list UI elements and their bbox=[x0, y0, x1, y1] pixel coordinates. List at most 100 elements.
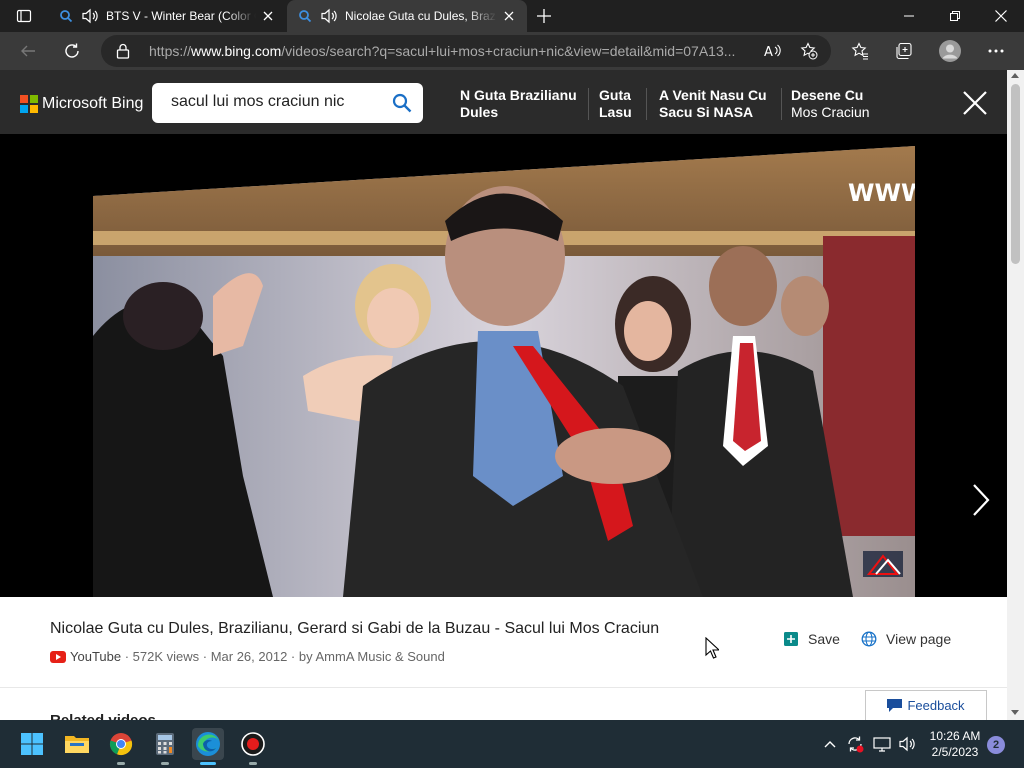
microsoft-bing-logo[interactable]: Microsoft Bing bbox=[20, 95, 143, 113]
window-close-button[interactable] bbox=[978, 0, 1024, 32]
related-search-item[interactable]: Guta Lasu bbox=[599, 87, 632, 121]
tab-strip: BTS V - Winter Bear (Color Coded Lyrics)… bbox=[0, 0, 1024, 32]
view-page-label: View page bbox=[886, 631, 952, 647]
clock-time: 10:26 AM bbox=[929, 729, 981, 743]
page-scrollbar[interactable] bbox=[1007, 70, 1024, 720]
clock-date: 2/5/2023 bbox=[931, 745, 979, 759]
search-icon bbox=[58, 8, 74, 24]
collections-button[interactable] bbox=[888, 35, 920, 67]
video-player[interactable]: WWW bbox=[93, 146, 915, 597]
tab-title: Nicolae Guta cu Dules, Brazilianu bbox=[345, 9, 497, 23]
video-stage: WWW bbox=[0, 134, 1007, 597]
recorder-button[interactable] bbox=[237, 728, 269, 760]
chrome-button[interactable] bbox=[105, 728, 137, 760]
refresh-button[interactable] bbox=[56, 35, 88, 67]
add-favorite-icon[interactable] bbox=[799, 41, 819, 61]
close-viewer-button[interactable] bbox=[958, 86, 992, 120]
mouse-cursor-icon bbox=[705, 637, 719, 659]
close-tab-icon[interactable] bbox=[497, 4, 521, 28]
lock-icon[interactable] bbox=[115, 43, 131, 59]
related-search-item[interactable]: N Guta Brazilianu Dules bbox=[460, 87, 577, 121]
more-dots-icon bbox=[988, 49, 1004, 53]
windows-start-icon bbox=[21, 733, 43, 755]
video-date: Mar 26, 2012 bbox=[210, 649, 288, 664]
view-page-button[interactable]: View page bbox=[860, 625, 951, 653]
separator-dot: · bbox=[121, 649, 133, 664]
back-button[interactable] bbox=[12, 35, 44, 67]
separator-dot: · bbox=[287, 649, 299, 664]
feedback-label: Feedback bbox=[907, 698, 965, 713]
video-frame: WWW bbox=[93, 146, 915, 597]
close-icon bbox=[963, 91, 987, 115]
running-indicator bbox=[117, 762, 125, 765]
back-arrow-icon bbox=[21, 45, 35, 57]
windows-taskbar: 10:26 AM 2/5/2023 bbox=[0, 720, 1024, 768]
video-views: 572K views bbox=[132, 649, 200, 664]
new-tab-button[interactable] bbox=[532, 4, 556, 28]
close-tab-icon[interactable] bbox=[256, 4, 280, 28]
divider bbox=[0, 687, 1007, 688]
globe-icon bbox=[860, 630, 878, 648]
favorites-icon bbox=[851, 42, 868, 60]
recorder-icon bbox=[241, 732, 265, 756]
favorites-button[interactable] bbox=[844, 35, 876, 67]
sync-tray-icon[interactable] bbox=[845, 734, 865, 754]
video-channel: by AmmA Music & Sound bbox=[298, 649, 445, 664]
separator-dot: · bbox=[199, 649, 211, 664]
tab-nicolae-guta[interactable]: Nicolae Guta cu Dules, Brazilianu bbox=[287, 0, 527, 32]
plus-icon bbox=[537, 9, 551, 23]
video-source: YouTube bbox=[70, 649, 122, 664]
save-icon bbox=[782, 630, 800, 648]
network-icon[interactable] bbox=[872, 734, 892, 754]
speaker-icon[interactable] bbox=[319, 8, 339, 24]
edge-button[interactable] bbox=[192, 728, 224, 760]
notification-badge[interactable]: 2 bbox=[987, 736, 1005, 754]
file-explorer-button[interactable] bbox=[61, 728, 93, 760]
address-bar[interactable]: https://www.bing.com/videos/search?q=sac… bbox=[101, 35, 831, 67]
minimize-button[interactable] bbox=[886, 0, 932, 32]
watermark-text: WWW bbox=[848, 179, 915, 207]
related-search-item[interactable]: Desene Cu Mos Craciun bbox=[791, 87, 870, 121]
brand-name: Microsoft Bing bbox=[42, 95, 144, 112]
settings-more-button[interactable] bbox=[980, 35, 1012, 67]
chevron-up-icon bbox=[824, 741, 836, 748]
tab-actions-button[interactable] bbox=[8, 4, 40, 28]
feedback-button[interactable]: Feedback bbox=[865, 690, 987, 720]
scrollbar-thumb[interactable] bbox=[1011, 84, 1020, 264]
tab-title: BTS V - Winter Bear (Color Coded Lyrics) bbox=[106, 9, 256, 23]
tab-bts[interactable]: BTS V - Winter Bear (Color Coded Lyrics) bbox=[48, 0, 286, 32]
restore-button[interactable] bbox=[932, 0, 978, 32]
profile-button[interactable] bbox=[934, 35, 966, 67]
divider bbox=[646, 88, 647, 120]
divider bbox=[588, 88, 589, 120]
read-aloud-icon[interactable]: A bbox=[763, 41, 783, 61]
minimize-icon bbox=[904, 15, 914, 17]
show-hidden-icons-button[interactable] bbox=[820, 734, 840, 754]
volume-icon[interactable] bbox=[897, 734, 917, 754]
speaker-icon[interactable] bbox=[80, 8, 100, 24]
scroll-down-arrow-icon[interactable] bbox=[1011, 710, 1019, 715]
search-box[interactable] bbox=[152, 83, 423, 123]
taskbar-clock[interactable]: 10:26 AM 2/5/2023 bbox=[922, 728, 988, 760]
scroll-up-arrow-icon[interactable] bbox=[1011, 73, 1019, 78]
calculator-button[interactable] bbox=[149, 728, 181, 760]
restore-icon bbox=[950, 11, 960, 21]
windows-start-button[interactable] bbox=[16, 728, 48, 760]
video-meta: YouTube · 572K views · Mar 26, 2012 · by… bbox=[50, 649, 445, 664]
save-button[interactable]: Save bbox=[782, 625, 840, 653]
avatar-icon bbox=[939, 40, 961, 62]
browser-toolbar: https://www.bing.com/videos/search?q=sac… bbox=[0, 32, 1024, 70]
screen: BTS V - Winter Bear (Color Coded Lyrics)… bbox=[0, 0, 1024, 768]
search-icon[interactable] bbox=[391, 92, 413, 114]
search-icon bbox=[297, 8, 313, 24]
url-text[interactable]: https://www.bing.com/videos/search?q=sac… bbox=[149, 43, 759, 59]
running-indicator bbox=[161, 762, 169, 765]
related-search-item[interactable]: A Venit Nasu Cu Sacu Si NASA bbox=[659, 87, 767, 121]
chevron-right-icon bbox=[973, 484, 990, 516]
search-input[interactable] bbox=[171, 93, 386, 111]
next-video-button[interactable] bbox=[968, 482, 994, 518]
video-title[interactable]: Nicolae Guta cu Dules, Brazilianu, Gerar… bbox=[50, 620, 659, 638]
collections-icon bbox=[896, 42, 912, 60]
video-details-panel: Nicolae Guta cu Dules, Brazilianu, Gerar… bbox=[0, 597, 1007, 729]
running-indicator bbox=[249, 762, 257, 765]
